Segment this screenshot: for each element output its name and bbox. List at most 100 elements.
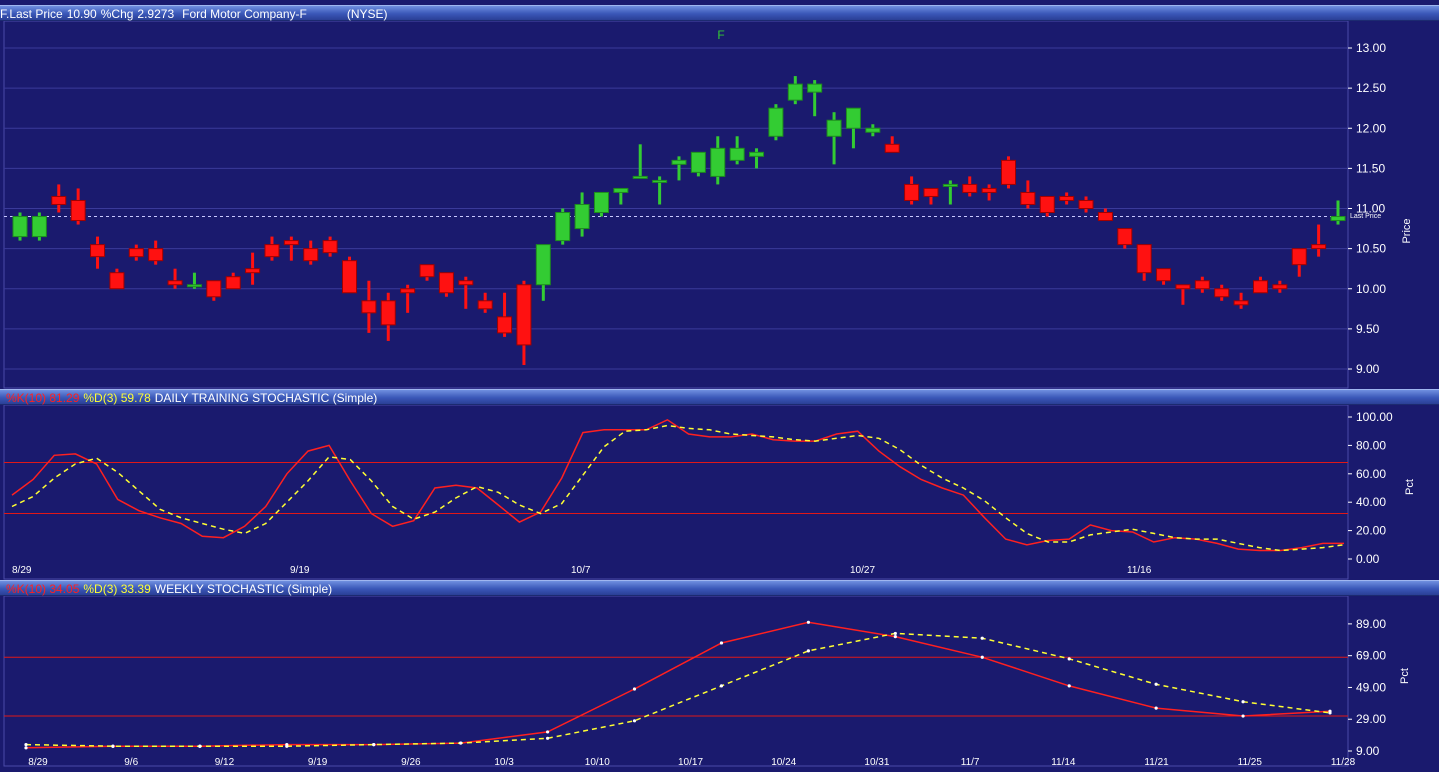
weekly-point: [632, 687, 637, 691]
weekly-point: [1154, 706, 1158, 710]
weekly-x-tick-label: 9/12: [215, 757, 235, 767]
daily-x-tick-label: 9/19: [290, 565, 310, 576]
weekly-point: [372, 743, 376, 747]
candle-body: [962, 183, 978, 193]
symbol-label: F.Last Price: [0, 7, 63, 21]
weekly-tick-label: 49.00: [1356, 680, 1386, 694]
weekly-k-label: %K(10) 34.05: [6, 582, 80, 596]
candle-body: [904, 183, 920, 201]
weekly-x-tick-label: 11/21: [1144, 757, 1169, 767]
candle-body: [70, 199, 86, 222]
candle-body: [1078, 199, 1094, 210]
candle-body: [1291, 248, 1307, 266]
weekly-point: [24, 743, 28, 747]
candle-body: [303, 248, 319, 262]
candle-body: [826, 119, 842, 137]
candle-body: [1020, 191, 1036, 205]
daily-k-label: %K(10) 81.29: [6, 391, 80, 405]
candle-body: [884, 143, 900, 153]
weekly-stochastic-title: WEEKLY STOCHASTIC (Simple): [154, 582, 333, 596]
weekly-stochastic-panel[interactable]: 89.00 69.00 49.00 29.00 9.00 8/29 9/6 9/12 9/19 9…: [0, 595, 1439, 768]
weekly-x-tick-label: 10/24: [771, 757, 796, 767]
weekly-point: [1241, 700, 1245, 704]
price-tick-label: 9.50: [1356, 322, 1380, 336]
candle-body: [380, 300, 396, 326]
price-chart[interactable]: 13.0012.5012.0011.5011.0010.5010.009.509…: [0, 20, 1439, 389]
weekly-point: [1241, 714, 1245, 718]
price-tick-label: 11.50: [1356, 161, 1385, 175]
candle-body: [1097, 212, 1113, 222]
candle-body: [1059, 195, 1075, 201]
daily-x-tick-label: 8/29: [12, 565, 32, 576]
weekly-axis-label: Pct: [1399, 668, 1411, 684]
candle-body: [865, 127, 881, 133]
candle-body: [574, 203, 590, 230]
daily-stochastic-panel[interactable]: 100.00 80.00 60.00 40.00 20.00 0.00 8/29 9/19 10…: [0, 404, 1439, 580]
price-tick-label: 13.00: [1356, 41, 1386, 55]
weekly-point: [893, 631, 897, 636]
daily-x-tick-label: 10/27: [850, 565, 875, 576]
weekly-point: [1154, 682, 1158, 686]
candle-body: [419, 264, 435, 278]
price-panel[interactable]: 13.00 12.50 12.00 11.50 11.00 10.50 10.00 9.50 9…: [0, 20, 1439, 389]
candle-body: [497, 316, 513, 334]
weekly-x-tick-label: 8/29: [28, 757, 48, 767]
weekly-point: [980, 636, 984, 640]
candle-body: [807, 83, 823, 93]
company-name: Ford Motor Company-F: [182, 7, 307, 21]
daily-axis-label: Pct: [1404, 479, 1416, 495]
candle-body: [923, 187, 939, 197]
candle-body: [593, 191, 609, 214]
candle-body: [516, 284, 532, 346]
candle-body: [535, 244, 551, 286]
weekly-point: [1067, 657, 1071, 661]
weekly-x-tick-label: 9/26: [401, 757, 421, 767]
candle-body: [128, 248, 144, 258]
weekly-x-tick-label: 11/28: [1331, 757, 1356, 767]
candle-body: [225, 276, 241, 290]
candle-body: [400, 288, 416, 294]
candle-body: [438, 272, 454, 294]
last-price-marker-label: Last Price: [1350, 213, 1381, 220]
exchange-name: (NYSE): [346, 7, 388, 21]
candle-body: [1194, 280, 1210, 290]
candle-body: [729, 147, 745, 161]
candle-body: [749, 151, 765, 157]
candle-body: [613, 187, 629, 193]
candle-body: [1001, 159, 1016, 185]
weekly-x-tick-label: 11/25: [1238, 757, 1263, 767]
candle-body: [283, 240, 299, 246]
price-axis-label: Price: [1401, 218, 1413, 243]
weekly-point: [1067, 684, 1071, 688]
weekly-point: [111, 744, 115, 748]
daily-x-tick-label: 10/7: [571, 565, 591, 576]
weekly-stochastic-chart[interactable]: 89.00 69.00 49.00 29.00 9.00 8/29 9/6 9/12 9/19 9…: [0, 595, 1439, 768]
weekly-point: [546, 730, 550, 734]
candle-body: [942, 183, 958, 187]
weekly-x-tick-label: 10/10: [585, 757, 610, 767]
candle-body: [652, 179, 668, 183]
weekly-tick-label: 69.00: [1356, 649, 1386, 663]
candle-body: [710, 147, 726, 177]
price-chart-title: F: [717, 28, 724, 42]
weekly-tick-label: 29.00: [1356, 712, 1386, 726]
candle-body: [51, 195, 67, 205]
weekly-point: [893, 635, 897, 639]
weekly-x-tick-label: 11/14: [1051, 757, 1076, 767]
candle-body: [1117, 228, 1133, 246]
candle-body: [981, 187, 997, 193]
daily-tick-label: 60.00: [1356, 467, 1386, 481]
candle-body: [477, 300, 493, 310]
candle-body: [322, 240, 338, 254]
weekly-point: [24, 746, 28, 750]
weekly-point: [632, 719, 637, 723]
price-tick-label: 9.00: [1356, 362, 1380, 376]
price-plot-frame: [3, 20, 1349, 389]
weekly-point: [285, 744, 289, 748]
daily-tick-label: 20.00: [1356, 524, 1386, 538]
daily-stochastic-chart[interactable]: 100.00 80.00 60.00 40.00 20.00 0.00 8/29 9/19 10…: [0, 404, 1439, 580]
candle-body: [245, 268, 261, 274]
weekly-x-tick-label: 10/17: [678, 757, 703, 767]
daily-tick-label: 80.00: [1356, 438, 1386, 452]
daily-plot-frame: [3, 404, 1349, 580]
